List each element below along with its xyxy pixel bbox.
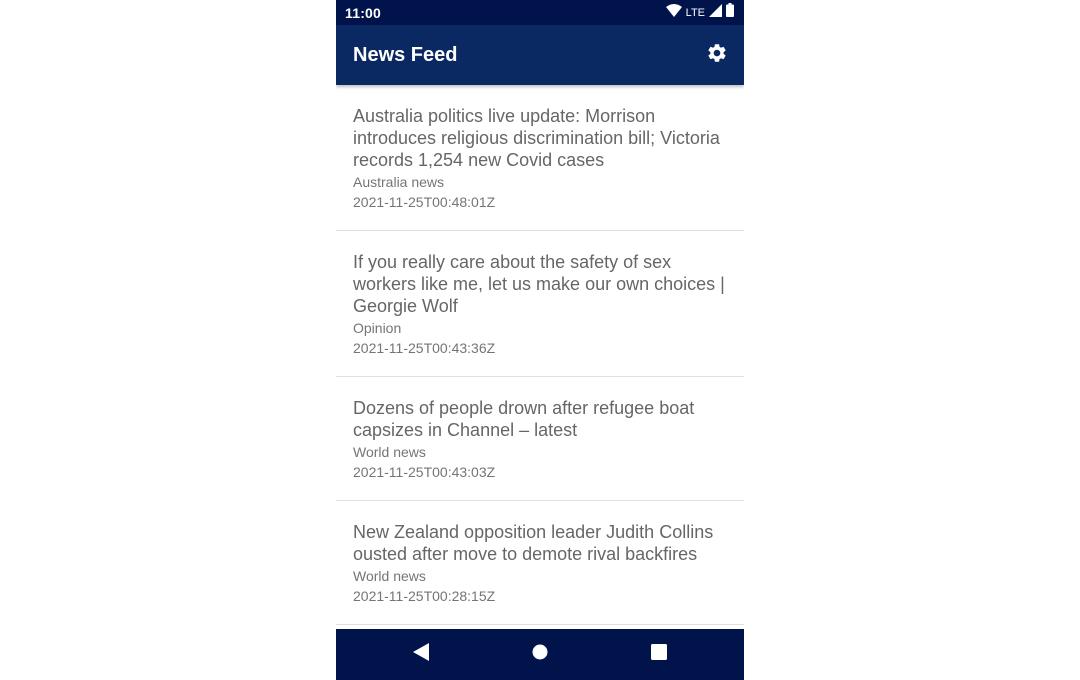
news-title: New Zealand opposition leader Judith Col… <box>353 522 714 564</box>
home-button[interactable] <box>530 644 550 665</box>
back-button[interactable] <box>411 643 431 666</box>
news-item[interactable]: New Zealand opposition leader Judith Col… <box>336 501 744 625</box>
recents-icon <box>651 644 667 665</box>
phone-screen: 11:00 LTE News Feed Australia politics l… <box>336 0 744 680</box>
news-title: If you really care about the safety of s… <box>353 252 725 316</box>
news-date: 2021-11-25T00:28:15Z <box>353 588 496 604</box>
news-title: Australia politics live update: Morrison… <box>353 106 720 170</box>
wifi-icon <box>665 3 682 22</box>
news-title: Dozens of people drown after refugee boa… <box>353 398 695 440</box>
network-type: LTE <box>685 6 705 19</box>
signal-icon <box>709 3 722 22</box>
battery-icon <box>726 3 734 22</box>
news-section: Australia news <box>353 174 445 190</box>
status-bar: 11:00 LTE <box>336 0 744 25</box>
app-bar: News Feed <box>336 25 744 85</box>
recents-button[interactable] <box>649 644 669 665</box>
status-time: 11:00 <box>345 4 382 21</box>
home-icon <box>532 644 548 665</box>
news-item[interactable]: If you really care about the safety of s… <box>336 231 744 377</box>
news-feed-list[interactable]: Australia politics live update: Morrison… <box>336 85 744 629</box>
page-title: News Feed <box>353 43 458 66</box>
news-section: Opinion <box>353 320 402 336</box>
settings-button[interactable] <box>704 42 730 68</box>
gear-icon <box>706 42 728 69</box>
news-section: World news <box>353 568 426 584</box>
news-section: World news <box>353 444 426 460</box>
back-icon <box>413 643 429 666</box>
news-item[interactable]: Dozens of people drown after refugee boa… <box>336 377 744 501</box>
system-nav-bar <box>336 629 744 680</box>
news-date: 2021-11-25T00:43:36Z <box>353 340 496 356</box>
news-item[interactable]: Australia politics live update: Morrison… <box>336 85 744 231</box>
news-date: 2021-11-25T00:48:01Z <box>353 194 496 210</box>
news-date: 2021-11-25T00:43:03Z <box>353 464 496 480</box>
status-icons: LTE <box>665 3 734 22</box>
